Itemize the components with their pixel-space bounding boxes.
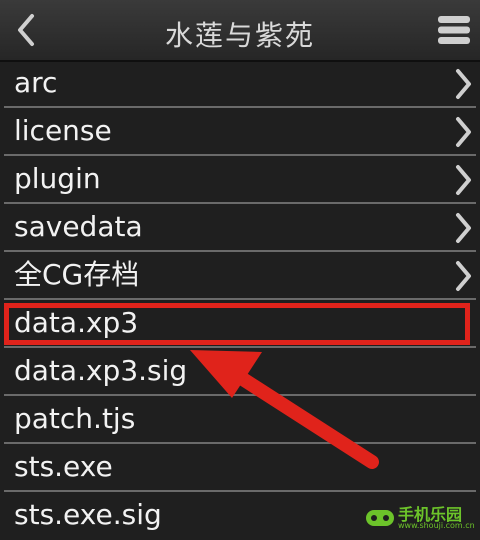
gamepad-icon bbox=[366, 510, 394, 526]
file-name: sts.exe.sig bbox=[14, 498, 162, 531]
list-item-folder[interactable]: plugin bbox=[4, 156, 476, 204]
list-item-folder[interactable]: arc bbox=[4, 60, 476, 108]
chevron-right-icon bbox=[456, 69, 471, 99]
list-item-folder[interactable]: license bbox=[4, 108, 476, 156]
list-item-file[interactable]: patch.tjs bbox=[4, 396, 476, 444]
file-name: savedata bbox=[14, 210, 143, 243]
list-item-folder[interactable]: 全CG存档 bbox=[4, 252, 476, 300]
file-name: 全CG存档 bbox=[14, 258, 140, 291]
file-name: license bbox=[14, 114, 112, 147]
file-name: plugin bbox=[14, 162, 101, 195]
top-bar: 水莲与紫苑 bbox=[0, 0, 480, 62]
chevron-right-icon bbox=[456, 261, 471, 291]
page-title: 水莲与紫苑 bbox=[164, 19, 315, 52]
file-name: sts.exe bbox=[14, 450, 113, 483]
file-name: data.xp3.sig bbox=[14, 354, 188, 387]
chevron-right-icon bbox=[456, 213, 471, 243]
list-item-folder[interactable]: savedata bbox=[4, 204, 476, 252]
list-item-file[interactable]: data.xp3.sig bbox=[4, 348, 476, 396]
list-item-file[interactable]: sts.exe bbox=[4, 444, 476, 492]
file-list: arc license plugin savedata 全CG存档 data.x… bbox=[0, 60, 480, 540]
menu-icon[interactable] bbox=[436, 14, 472, 46]
chevron-right-icon bbox=[456, 165, 471, 195]
file-name: patch.tjs bbox=[14, 402, 136, 435]
file-name: arc bbox=[14, 66, 58, 99]
highlight-box bbox=[4, 303, 470, 345]
watermark-logo: 手机乐园 www.shouji.com.cn bbox=[364, 500, 475, 534]
watermark-url: www.shouji.com.cn bbox=[398, 521, 475, 530]
chevron-right-icon bbox=[456, 117, 471, 147]
